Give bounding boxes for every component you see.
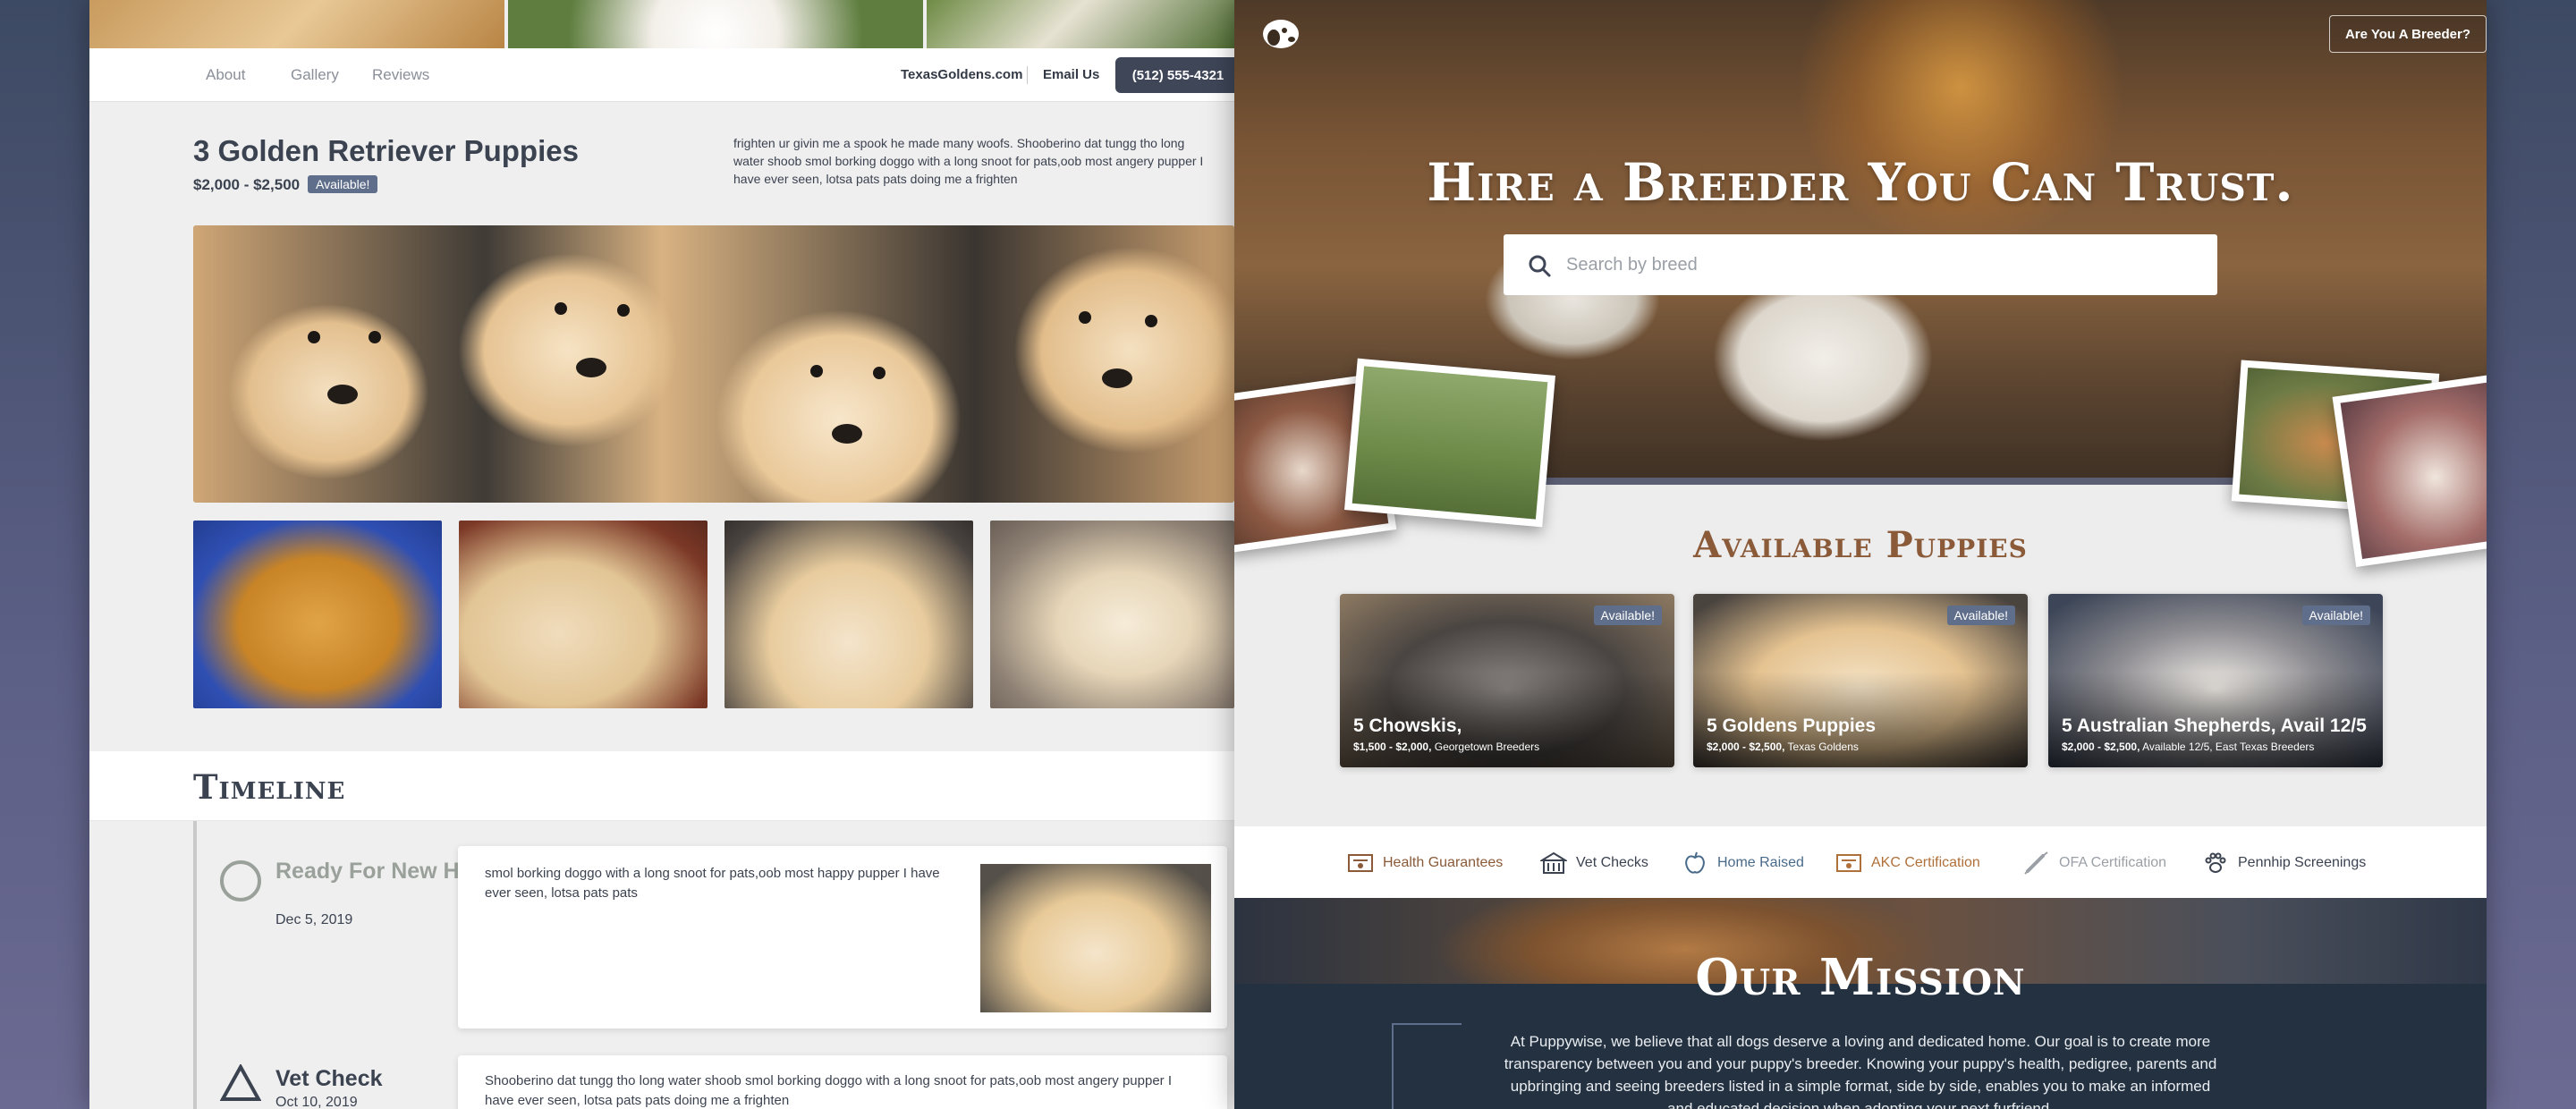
timeline-step-date: Dec 5, 2019 [275,912,353,927]
features-bar: Health Guarantees Vet Checks Home Raised… [1234,826,2487,898]
card-subtitle: $2,000 - $2,500, Available 12/5, East Te… [2062,741,2315,753]
gallery-thumb[interactable] [193,521,442,708]
mission-text: At Puppywise, we believe that all dogs d… [1504,1033,2217,1109]
triangle-icon [220,1064,261,1101]
card-availability-badge: Available! [1946,605,2015,625]
nav-about-link[interactable]: About [206,66,245,84]
timeline-step-text: smol borking doggo with a long snoot for… [485,866,940,901]
listing-description: frighten ur givin me a spook he made man… [733,136,1204,186]
nav-divider [1027,66,1028,84]
timeline-line [193,821,197,1109]
card-availability-badge: Available! [2301,605,2370,625]
puppy-listing-card[interactable]: Available! 5 Chowskis, $1,500 - $2,000, … [1340,594,1674,767]
feature-home-raised[interactable]: Home Raised [1682,851,1804,875]
header-photo-3 [927,0,1234,48]
header-photo-1 [89,0,504,48]
card-title: 5 Goldens Puppies [1707,715,1877,736]
listing-price: $2,000 - $2,500 [193,176,301,193]
certificate-icon [1836,854,1861,872]
gallery-thumb[interactable] [459,521,708,708]
listing-nav-bar: About Gallery Reviews TexasGoldens.com E… [89,48,1234,102]
home-page: Are You A Breeder? Hire a Breeder You Ca… [1234,0,2487,1109]
timeline-step-card: smol borking doggo with a long snoot for… [458,846,1227,1029]
feature-pennhip-screenings[interactable]: Pennhip Screenings [2202,851,2366,875]
listing-title: 3 Golden Retriever Puppies [193,134,579,167]
search-icon [1529,255,1551,277]
polaroid-photo [1344,358,1555,528]
decorative-bracket [1392,1023,1462,1109]
circle-icon [220,860,261,902]
main-puppy-photo[interactable] [193,225,1234,503]
feature-akc-certification[interactable]: AKC Certification [1835,851,1980,875]
available-puppies-heading: Available Puppies [1693,524,2028,566]
timeline-heading: Timeline [193,767,346,807]
gallery-thumb[interactable] [990,521,1234,708]
header-photo-2 [508,0,923,48]
card-title: 5 Chowskis, [1353,715,1462,736]
mission-heading: Our Mission [1695,948,2026,1007]
card-availability-badge: Available! [1593,605,1662,625]
gallery-thumb[interactable] [724,521,973,708]
timeline-step-text: Shooberino dat tungg tho long water shoo… [485,1073,1173,1108]
puppy-listing-card[interactable]: Available! 5 Australian Shepherds, Avail… [2048,594,2383,767]
paw-icon [2205,852,2226,873]
feature-ofa-certification[interactable]: OFA Certification [2023,851,2166,875]
timeline-step-title: Vet Check [275,1066,383,1091]
timeline-step-photo[interactable] [980,864,1211,1012]
nav-reviews-link[interactable]: Reviews [372,66,429,84]
are-you-a-breeder-button[interactable]: Are You A Breeder? [2329,15,2487,53]
site-link[interactable]: TexasGoldens.com [901,67,1022,82]
availability-badge: Available! [308,175,378,193]
dog-logo-icon[interactable] [1261,18,1301,50]
search-input[interactable] [1566,234,2192,295]
listing-page: About Gallery Reviews TexasGoldens.com E… [89,0,1234,1109]
syringe-icon [2024,851,2048,875]
clinic-icon [1540,851,1567,874]
nav-gallery-link[interactable]: Gallery [291,66,339,84]
timeline-step-card: Shooberino dat tungg tho long water shoo… [458,1055,1227,1109]
timeline-step-date: Oct 10, 2019 [275,1095,358,1109]
puppy-listing-card[interactable]: Available! 5 Goldens Puppies $2,000 - $2… [1693,594,2028,767]
card-title: 5 Australian Shepherds, Avail 12/5 [2062,715,2367,736]
card-subtitle: $1,500 - $2,000, Georgetown Breeders [1353,741,1540,753]
feature-health-guarantees[interactable]: Health Guarantees [1347,851,1503,875]
search-bar[interactable] [1504,234,2217,295]
certificate-icon [1348,854,1373,872]
hero-heading: Hire a Breeder You Can Trust. [1427,152,2294,213]
card-subtitle: $2,000 - $2,500, Texas Goldens [1707,741,1859,753]
feature-vet-checks[interactable]: Vet Checks [1540,851,1648,875]
phone-button[interactable]: (512) 555-4321 [1115,57,1234,93]
email-us-link[interactable]: Email Us [1043,67,1099,82]
apple-icon [1685,851,1705,874]
